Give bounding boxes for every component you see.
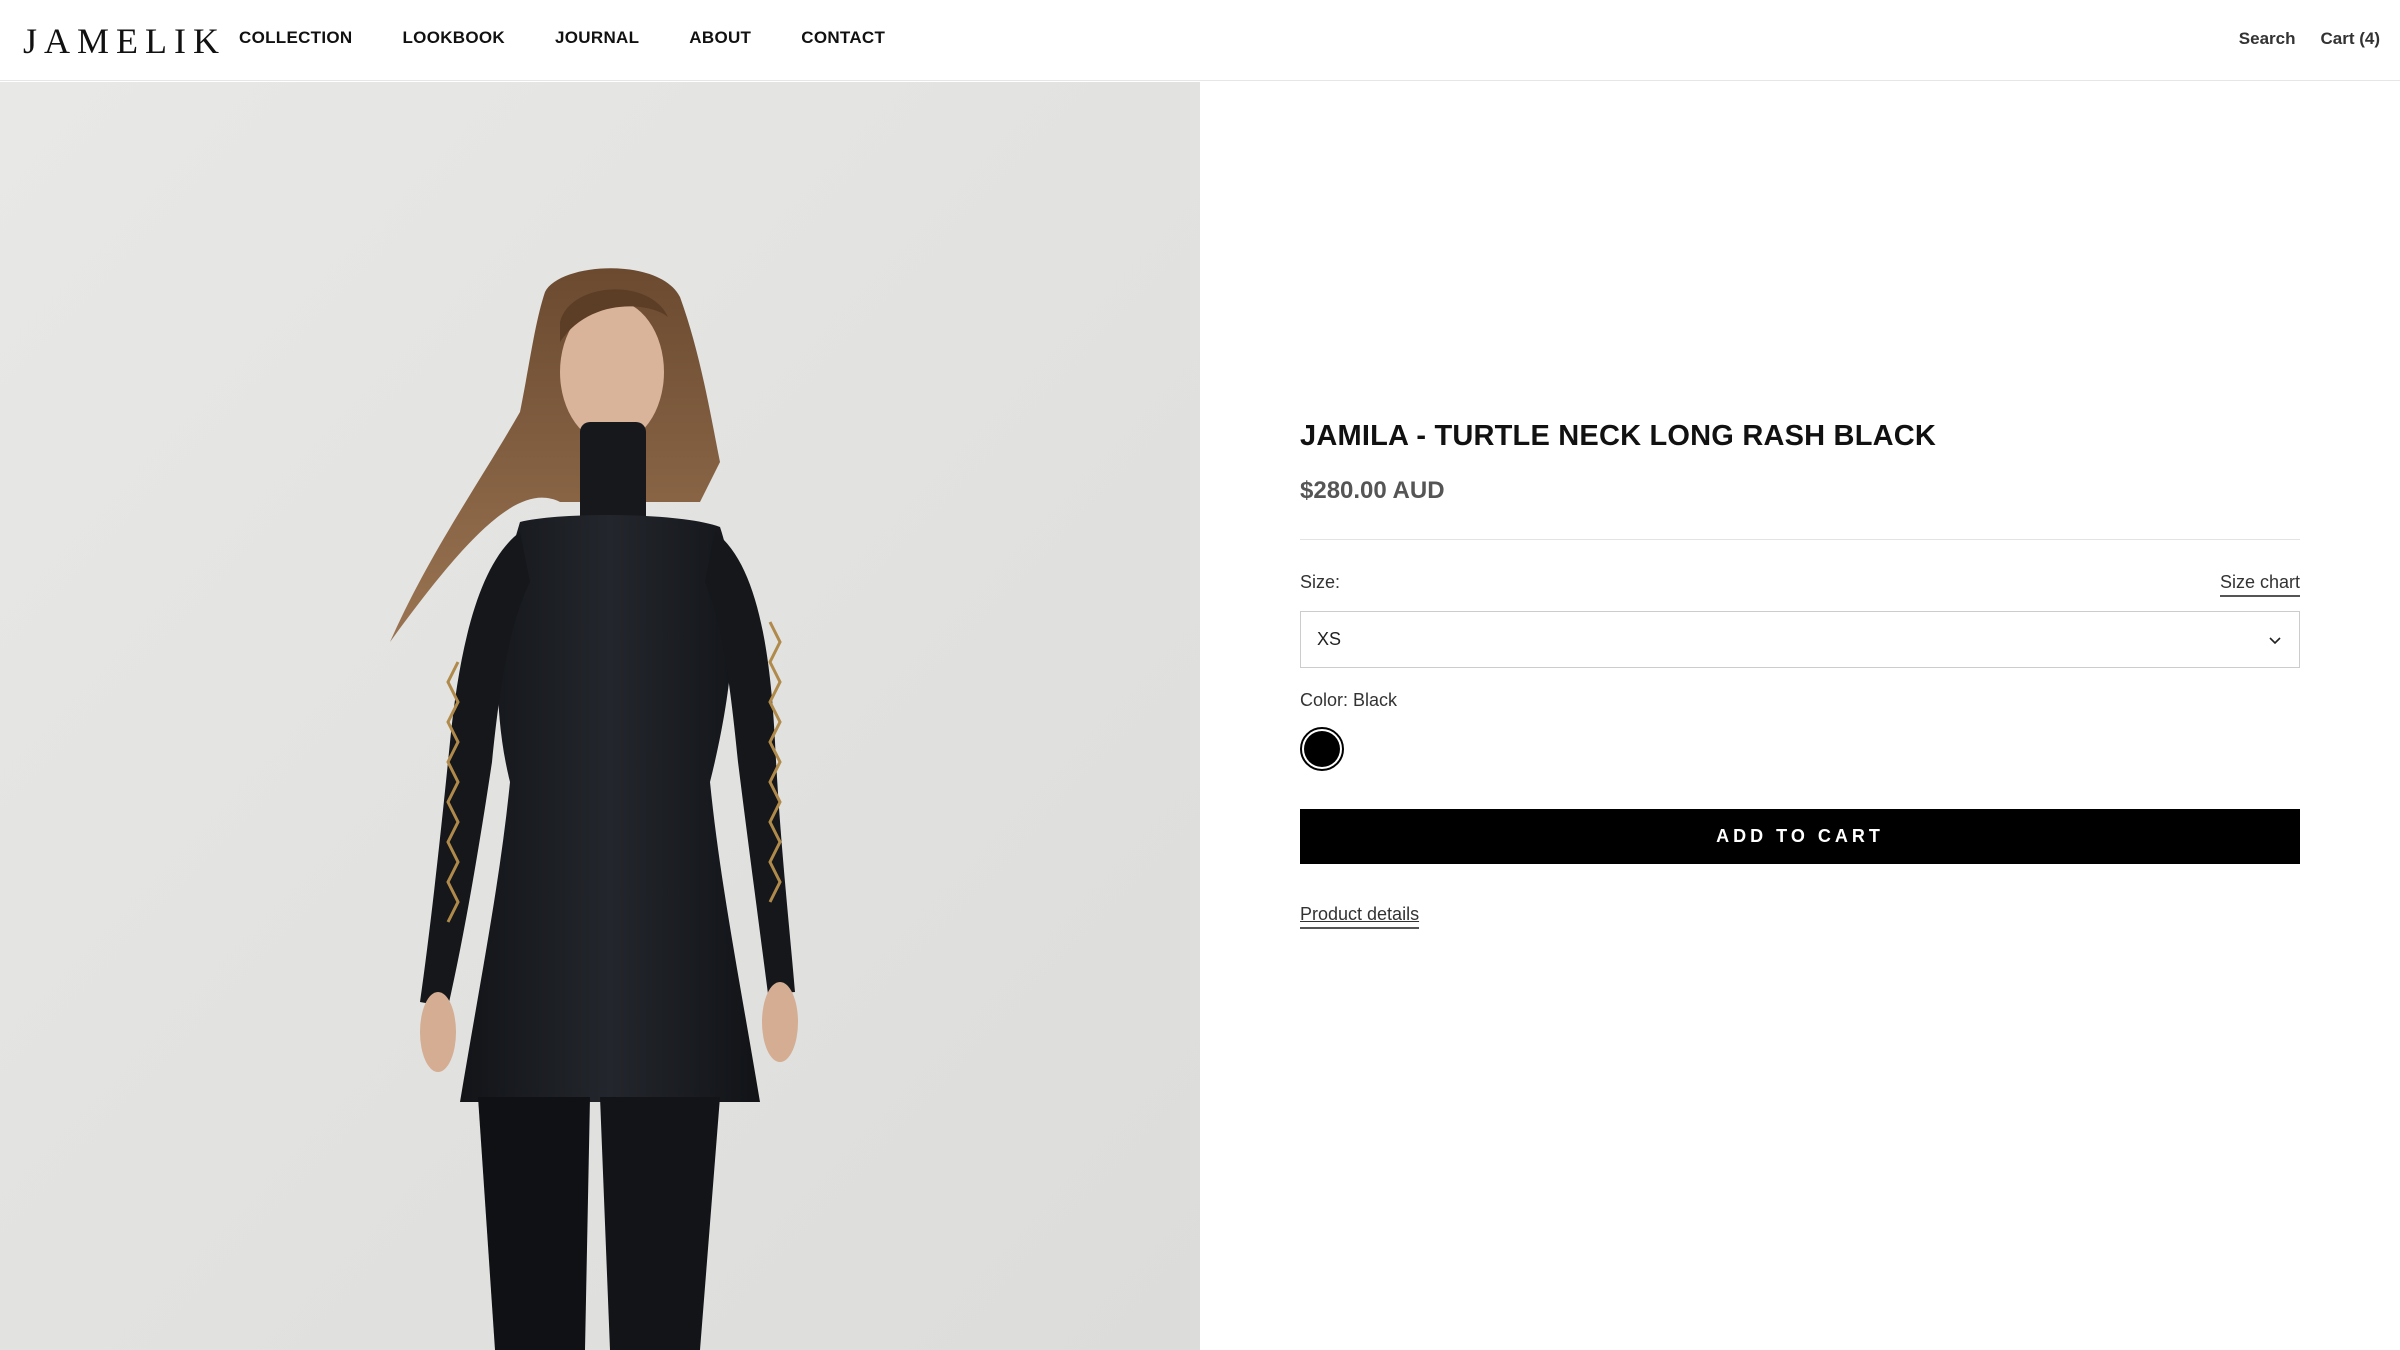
size-row: Size: Size chart — [1300, 572, 2300, 597]
product-info: JAMILA - TURTLE NECK LONG RASH BLACK $28… — [1300, 420, 2300, 929]
color-swatch-fill — [1304, 731, 1340, 767]
site-header: JAMELIK COLLECTION LOOKBOOK JOURNAL ABOU… — [0, 0, 2400, 81]
size-chart-link[interactable]: Size chart — [2219, 572, 2300, 597]
product-title: JAMILA - TURTLE NECK LONG RASH BLACK — [1300, 420, 1937, 452]
nav-item-about[interactable]: ABOUT — [689, 28, 751, 48]
site-logo[interactable]: JAMELIK — [23, 20, 226, 62]
main-nav: COLLECTION LOOKBOOK JOURNAL ABOUT CONTAC… — [239, 28, 935, 48]
model-photo — [0, 82, 1200, 1350]
color-label: Color: Black — [1300, 690, 1398, 710]
nav-item-contact[interactable]: CONTACT — [801, 28, 885, 48]
size-select[interactable]: XS — [1300, 611, 2300, 668]
search-link[interactable]: Search — [2239, 29, 2296, 49]
nav-item-journal[interactable]: JOURNAL — [555, 28, 639, 48]
divider — [1300, 539, 2300, 540]
header-actions: Search Cart (4) — [2239, 29, 2380, 49]
product-details-link[interactable]: Product details — [1300, 904, 1420, 929]
size-label: Size: — [1300, 572, 1341, 592]
add-to-cart-button[interactable]: ADD TO CART — [1300, 809, 2300, 864]
nav-item-collection[interactable]: COLLECTION — [239, 28, 353, 48]
product-price: $280.00 AUD — [1300, 477, 1445, 504]
size-select-value: XS — [1317, 629, 1342, 649]
color-swatch-black[interactable] — [1300, 727, 1344, 771]
product-image[interactable] — [0, 82, 1200, 1350]
cart-link[interactable]: Cart (4) — [2320, 29, 2380, 49]
nav-item-lookbook[interactable]: LOOKBOOK — [403, 28, 506, 48]
chevron-down-icon — [2269, 636, 2281, 644]
